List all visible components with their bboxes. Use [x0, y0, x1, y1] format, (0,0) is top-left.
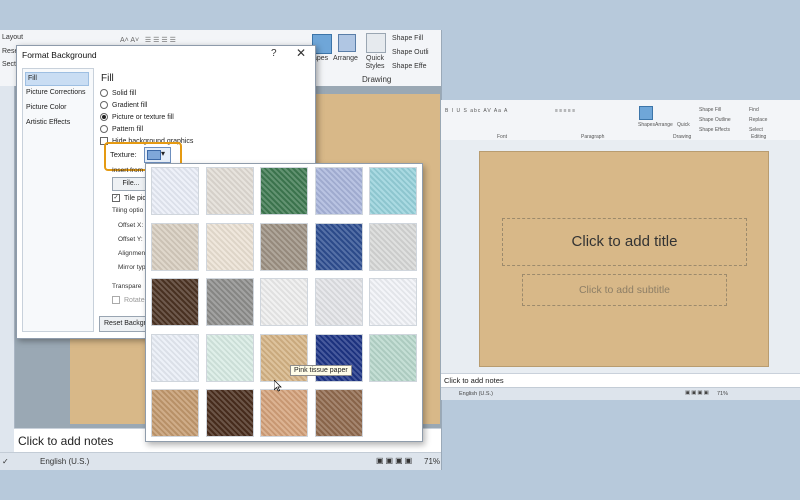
- left-status-bar: ✓ English (U.S.) ▣▣▣▣ 71%: [0, 452, 441, 470]
- texture-gallery: [145, 163, 423, 442]
- texture-tile-green-tissue[interactable]: [205, 333, 254, 382]
- shape-effects-button[interactable]: Shape Effects: [699, 127, 730, 133]
- texture-tooltip: Pink tissue paper: [290, 365, 352, 376]
- texture-tile-white-marble[interactable]: [369, 222, 417, 271]
- texture-tile-newsprint[interactable]: [260, 278, 308, 326]
- alignment-label: Alignmen: [118, 250, 146, 257]
- quick-styles-label: Quick Styles: [365, 55, 385, 70]
- subtitle-placeholder[interactable]: Click to add subtitle: [522, 274, 727, 306]
- font-size-controls[interactable]: A˄ A˅ ☰ ☰ ☰ ☰: [120, 36, 176, 44]
- texture-tile-recycled-paper[interactable]: [314, 278, 363, 326]
- shapes-icon[interactable]: [639, 106, 653, 120]
- right-powerpoint-window: B I U S abc AV Aa A ≡ ≡ ≡ ≡ ≡ Shapes Arr…: [441, 100, 800, 400]
- texture-tile-light-green[interactable]: [369, 333, 417, 382]
- fill-heading: Fill: [101, 73, 114, 84]
- texture-tile-crumpled-paper[interactable]: [151, 222, 199, 271]
- nav-item-artistic-effects[interactable]: Artistic Effects: [26, 119, 70, 126]
- language-status[interactable]: English (U.S.): [40, 457, 89, 466]
- texture-tile-papyrus[interactable]: [151, 167, 199, 215]
- title-placeholder[interactable]: Click to add title: [502, 218, 747, 266]
- texture-tile-stationery[interactable]: [369, 278, 417, 326]
- radio-icon: [100, 89, 108, 97]
- zoom-level[interactable]: 71%: [424, 457, 440, 466]
- language-status[interactable]: English (U.S.): [459, 391, 493, 397]
- texture-tile-canvas[interactable]: [205, 167, 254, 215]
- arrange-icon[interactable]: [338, 34, 356, 52]
- close-icon[interactable]: ✕: [296, 46, 306, 60]
- radio-icon: [100, 125, 108, 133]
- radio-selected-icon: [100, 113, 108, 121]
- paragraph-controls[interactable]: ≡ ≡ ≡ ≡ ≡: [555, 108, 575, 114]
- dialog-nav: Fill Picture Corrections Picture Color A…: [22, 68, 94, 332]
- right-slide[interactable]: Click to add title Click to add subtitle: [479, 151, 769, 367]
- texture-label: Texture:: [110, 150, 137, 159]
- texture-tile-blue-tissue[interactable]: [314, 222, 363, 271]
- texture-tile-walnut[interactable]: [205, 389, 254, 437]
- offset-x-label: Offset X:: [118, 222, 144, 229]
- radio-icon: [100, 101, 108, 109]
- spelling-icon[interactable]: ✓: [2, 457, 9, 466]
- texture-swatch-icon: [147, 150, 161, 160]
- texture-tile-fish-fossil[interactable]: [205, 222, 254, 271]
- texture-tile-oak[interactable]: [260, 389, 308, 437]
- right-ribbon: B I U S abc AV Aa A ≡ ≡ ≡ ≡ ≡ Shapes Arr…: [441, 100, 800, 141]
- tile-picture-checkbox[interactable]: ✓ Tile pic: [112, 194, 146, 204]
- right-status-bar: English (U.S.) ▣▣▣▣ 71%: [441, 387, 800, 400]
- picture-texture-fill-radio[interactable]: Picture or texture fill: [100, 113, 174, 123]
- solid-fill-radio[interactable]: Solid fill: [100, 89, 136, 99]
- notes-placeholder: Click to add notes: [18, 434, 114, 448]
- drawing-group-label: Drawing: [362, 75, 392, 84]
- shapes-label: Shapes: [638, 122, 655, 128]
- view-buttons[interactable]: ▣▣▣▣: [376, 456, 414, 465]
- texture-tile-bouquet[interactable]: [151, 333, 199, 382]
- notes-placeholder: Click to add notes: [444, 376, 504, 385]
- shape-outline-button[interactable]: Shape Outli: [392, 49, 429, 56]
- help-icon[interactable]: ?: [271, 48, 277, 59]
- texture-tile-denim[interactable]: [260, 167, 308, 215]
- view-buttons[interactable]: ▣▣▣▣: [685, 390, 710, 396]
- pattern-fill-radio[interactable]: Pattern fill: [100, 125, 143, 135]
- select-button[interactable]: Select: [749, 127, 763, 133]
- insert-from-label: Insert from: [112, 167, 144, 174]
- nav-item-picture-color[interactable]: Picture Color: [26, 104, 66, 111]
- offset-y-label: Offset Y:: [118, 236, 143, 243]
- nav-item-fill[interactable]: Fill: [25, 72, 89, 86]
- zoom-level[interactable]: 71%: [717, 391, 728, 397]
- shape-effects-button[interactable]: Shape Effe: [392, 63, 427, 70]
- quick-styles-label[interactable]: Quick: [677, 122, 690, 128]
- right-notes-pane[interactable]: Click to add notes: [441, 373, 800, 388]
- mouse-cursor-icon: [274, 380, 282, 392]
- dialog-title: Format Background: [22, 50, 97, 60]
- rotate-with-shape-checkbox[interactable]: Rotate: [112, 296, 145, 306]
- arrange-label[interactable]: Arrange: [655, 122, 673, 128]
- shape-outline-button[interactable]: Shape Outline: [699, 117, 731, 123]
- font-format-controls[interactable]: B I U S abc AV Aa A: [445, 108, 508, 114]
- right-slide-workspace: Click to add title Click to add subtitle: [441, 140, 800, 373]
- shape-fill-button[interactable]: Shape Fill: [699, 107, 721, 113]
- texture-tile-sand[interactable]: [260, 222, 308, 271]
- slide-thumbnails-panel[interactable]: [0, 86, 15, 456]
- checkbox-checked-icon: ✓: [112, 194, 120, 202]
- texture-tile-granite[interactable]: [205, 278, 254, 326]
- gradient-fill-radio[interactable]: Gradient fill: [100, 101, 147, 111]
- nav-item-picture-corrections[interactable]: Picture Corrections: [26, 89, 86, 96]
- layout-button[interactable]: Layout: [2, 34, 23, 41]
- texture-tile-cork[interactable]: [151, 389, 199, 437]
- replace-button[interactable]: Replace: [749, 117, 767, 123]
- checkbox-icon: [112, 296, 120, 304]
- find-button[interactable]: Find: [749, 107, 759, 113]
- chevron-down-icon: ▾: [161, 149, 166, 158]
- texture-tile-woven-mat[interactable]: [314, 167, 363, 215]
- texture-dropdown[interactable]: ▾: [144, 147, 171, 163]
- mirror-type-label: Mirror typ: [118, 264, 146, 271]
- tiling-options-label: Tiling optio: [112, 207, 144, 214]
- texture-tile-medium-wood[interactable]: [314, 389, 363, 437]
- quick-styles-icon[interactable]: [366, 33, 386, 53]
- transparency-label: Transpare: [112, 283, 142, 290]
- texture-tile-water-droplets[interactable]: [369, 167, 417, 215]
- arrange-label: Arrange: [333, 55, 358, 62]
- shape-fill-button[interactable]: Shape Fill: [392, 35, 423, 42]
- texture-tile-brown-marble[interactable]: [151, 278, 199, 326]
